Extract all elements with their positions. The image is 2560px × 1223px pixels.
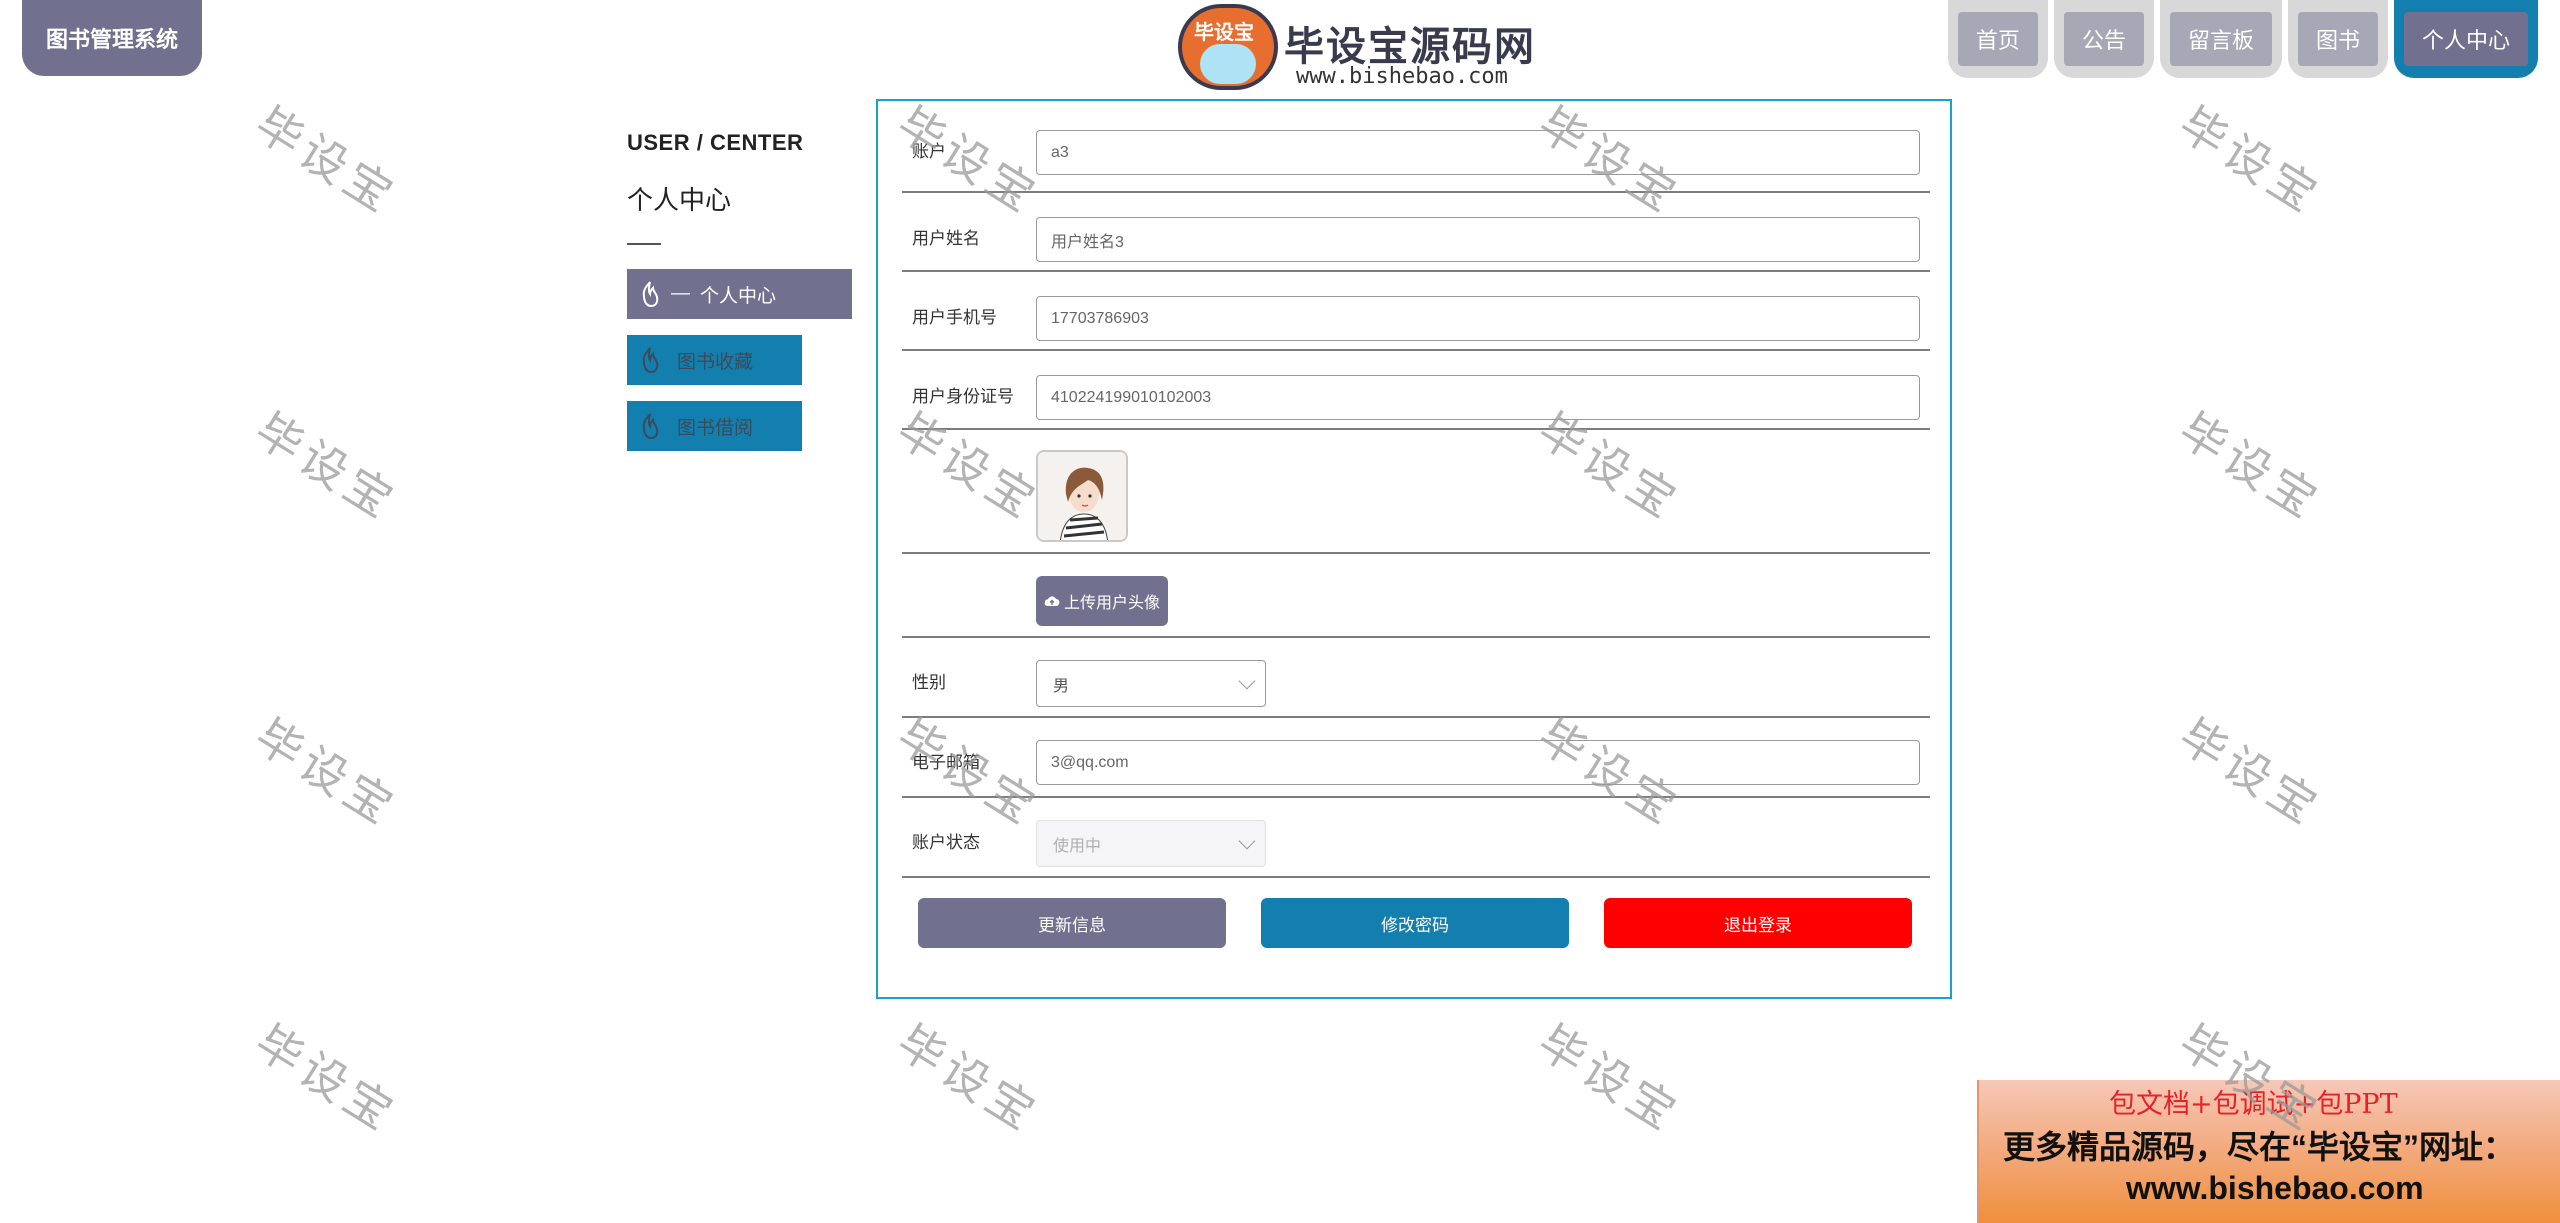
watermark: 毕设宝 xyxy=(245,96,407,225)
user-form-panel: 账户 a3 用户姓名 用户姓名3 用户手机号 17703786903 用户身份证… xyxy=(876,99,1952,999)
row-gender: 性别 男 xyxy=(902,638,1930,718)
user-avatar xyxy=(1036,450,1128,542)
side-item-prefix: — xyxy=(671,283,690,304)
side-item-user-center[interactable]: — 个人中心 xyxy=(627,269,852,319)
logo-badge: 毕设宝 xyxy=(1178,4,1278,90)
name-label: 用户姓名 xyxy=(912,229,980,248)
side-item-book-favorites[interactable]: 图书收藏 xyxy=(627,335,802,385)
side-item-book-borrow[interactable]: 图书借阅 xyxy=(627,401,802,451)
promo-banner[interactable]: 包文档+包调试+包PPT 更多精品源码，尽在“毕设宝”网址： www.bishe… xyxy=(1977,1080,2560,1223)
email-input[interactable]: 3@qq.com xyxy=(1036,740,1920,785)
gender-label: 性别 xyxy=(912,673,946,692)
logo-url: www.bishebao.com xyxy=(1296,64,1508,89)
upload-avatar-label: 上传用户头像 xyxy=(1063,595,1160,612)
nav-home[interactable]: 首页 xyxy=(1947,0,2048,78)
account-input[interactable]: a3 xyxy=(1036,130,1920,175)
watermark: 毕设宝 xyxy=(1528,1014,1690,1143)
row-name: 用户姓名 用户姓名3 xyxy=(902,208,1930,272)
side-item-label: 个人中心 xyxy=(700,285,777,307)
name-input[interactable]: 用户姓名3 xyxy=(1036,217,1920,262)
flame-icon xyxy=(642,347,659,374)
phone-label: 用户手机号 xyxy=(912,308,997,327)
watermark: 毕设宝 xyxy=(2169,96,2331,225)
cloud-upload-icon xyxy=(1044,596,1060,606)
nav-user-center-label: 个人中心 xyxy=(2403,12,2528,66)
nav-books[interactable]: 图书 xyxy=(2287,0,2388,78)
chevron-down-icon xyxy=(1238,832,1256,850)
status-label: 账户状态 xyxy=(912,833,980,852)
watermark: 毕设宝 xyxy=(887,1014,1049,1143)
row-account: 账户 a3 xyxy=(902,121,1930,193)
nav-home-label: 首页 xyxy=(1957,12,2038,66)
side-item-label: 图书借阅 xyxy=(677,417,754,439)
status-select: 使用中 xyxy=(1036,820,1266,867)
flame-icon xyxy=(642,281,659,308)
nav-message-board-label: 留言板 xyxy=(2169,12,2272,66)
side-title-cn: 个人中心 xyxy=(627,185,732,215)
avatar-portrait-icon xyxy=(1038,452,1126,540)
promo-line-3: www.bishebao.com xyxy=(2126,1170,2424,1206)
side-divider xyxy=(627,243,661,245)
promo-line-1: 包文档+包调试+包PPT xyxy=(2109,1089,2398,1120)
nav-message-board[interactable]: 留言板 xyxy=(2159,0,2282,78)
watermark: 毕设宝 xyxy=(245,402,407,531)
nav-books-label: 图书 xyxy=(2297,12,2378,66)
gender-select[interactable]: 男 xyxy=(1036,660,1266,707)
chevron-down-icon xyxy=(1238,672,1256,690)
logo-mascot-icon xyxy=(1200,44,1256,84)
change-password-button[interactable]: 修改密码 xyxy=(1261,898,1569,948)
promo-line-2: 更多精品源码，尽在“毕设宝”网址： xyxy=(2003,1129,2516,1165)
watermark: 毕设宝 xyxy=(245,708,407,837)
row-avatar xyxy=(902,430,1930,554)
watermark: 毕设宝 xyxy=(245,1014,407,1143)
row-phone: 用户手机号 17703786903 xyxy=(902,287,1930,351)
row-status: 账户状态 使用中 xyxy=(902,798,1930,878)
side-menu: USER / CENTER 个人中心 — 个人中心 图书收藏 图书借阅 xyxy=(627,130,857,451)
watermark: 毕设宝 xyxy=(2169,708,2331,837)
nav-notice-label: 公告 xyxy=(2063,12,2144,66)
status-select-value: 使用中 xyxy=(1053,837,1102,855)
phone-input[interactable]: 17703786903 xyxy=(1036,296,1920,341)
side-item-label: 图书收藏 xyxy=(677,351,754,373)
upload-avatar-button[interactable]: 上传用户头像 xyxy=(1036,576,1168,626)
watermark: 毕设宝 xyxy=(2169,402,2331,531)
email-label: 电子邮箱 xyxy=(912,753,980,772)
row-email: 电子邮箱 3@qq.com xyxy=(902,718,1930,798)
update-info-button[interactable]: 更新信息 xyxy=(918,898,1226,948)
logo-badge-text: 毕设宝 xyxy=(1194,22,1254,44)
flame-icon xyxy=(642,413,659,440)
top-nav: 首页 公告 留言板 图书 个人中心 xyxy=(1947,0,2538,78)
logout-button[interactable]: 退出登录 xyxy=(1604,898,1912,948)
gender-select-value: 男 xyxy=(1053,677,1070,695)
site-logo: 毕设宝 毕设宝源码网 www.bishebao.com xyxy=(1178,4,1558,96)
nav-user-center[interactable]: 个人中心 xyxy=(2393,0,2538,78)
nav-notice[interactable]: 公告 xyxy=(2053,0,2154,78)
idcard-label: 用户身份证号 xyxy=(912,387,1014,406)
idcard-input[interactable]: 410224199010102003 xyxy=(1036,375,1920,420)
side-title-en: USER / CENTER xyxy=(627,130,804,155)
row-idcard: 用户身份证号 410224199010102003 xyxy=(902,366,1930,430)
app-brand[interactable]: 图书管理系统 xyxy=(22,0,202,76)
row-upload: 上传用户头像 xyxy=(902,554,1930,638)
account-label: 账户 xyxy=(912,142,946,161)
